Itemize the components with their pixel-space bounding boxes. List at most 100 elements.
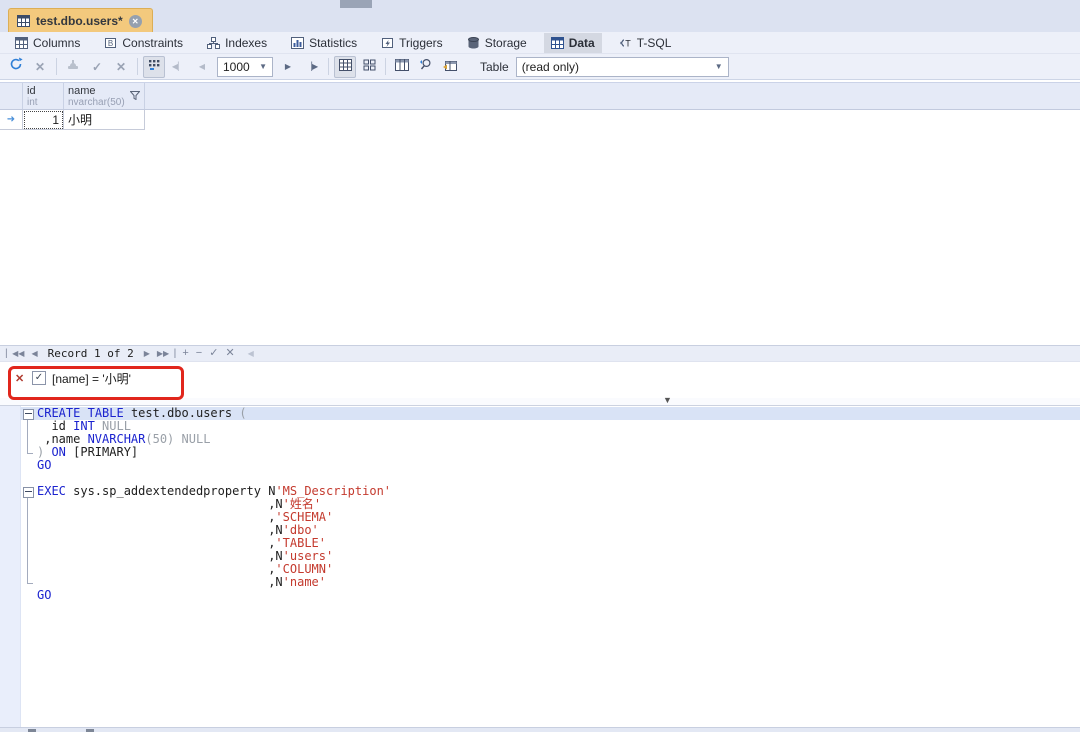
toolbar-separator <box>385 58 386 75</box>
fold-collapse-icon[interactable] <box>23 409 34 420</box>
last-record-button[interactable]: ▶▶▕ <box>157 349 175 358</box>
constraints-icon: B <box>104 37 117 49</box>
first-page-icon: ◀▏ <box>172 62 184 71</box>
close-tab-icon[interactable]: ✕ <box>129 15 142 28</box>
paging-toggle-button[interactable] <box>143 56 165 78</box>
fold-guide <box>27 563 28 576</box>
row-header-cell[interactable]: ➜ <box>0 110 23 130</box>
fold-guide <box>27 524 28 537</box>
app-window: test.dbo.users* ✕ Columns B Constraints Ind… <box>0 0 1080 732</box>
sql-script-panel[interactable]: CREATE TABLE test.dbo.users ( id INT NUL… <box>0 406 1080 727</box>
filter-enabled-checkbox[interactable]: ✓ <box>32 371 46 385</box>
tab-label: Indexes <box>225 36 267 50</box>
fold-guide <box>27 433 28 446</box>
cell-id[interactable]: 1 <box>23 110 64 130</box>
storage-icon <box>467 37 480 49</box>
svg-text:T: T <box>625 38 631 48</box>
record-navigator: ▏◀◀ ◀ Record 1 of 2 ▶ ▶▶▕ + − ✓ ✕ ◀ <box>0 345 1080 362</box>
cell-name[interactable]: 小明 <box>64 110 145 130</box>
table-mode-combo[interactable]: (read only) ▼ <box>516 57 729 77</box>
document-tab-users[interactable]: test.dbo.users* ✕ <box>8 8 153 33</box>
sql-text: ,'COLUMN' <box>37 562 333 576</box>
first-record-button[interactable]: ▏◀◀ <box>6 349 24 358</box>
hscroll-left-arrow[interactable]: ◀ <box>248 349 254 358</box>
sql-text: GO <box>37 588 51 602</box>
fold-guide <box>27 576 33 584</box>
collapse-chevron-icon[interactable]: ▼ <box>663 395 672 405</box>
filter-funnel-icon[interactable] <box>130 87 140 105</box>
commit-button[interactable]: ✓ <box>86 56 108 78</box>
apply-changes-button[interactable] <box>62 56 84 78</box>
column-header-name[interactable]: name nvarchar(50) <box>64 83 145 109</box>
column-visibility-button[interactable] <box>391 56 413 78</box>
tsql-icon: T <box>619 37 632 49</box>
fold-guide <box>27 550 28 563</box>
tab-label: Data <box>569 36 595 50</box>
tab-storage[interactable]: Storage <box>460 33 534 53</box>
previous-page-icon: ◀ <box>199 62 205 71</box>
filter-expression[interactable]: [name] = '小明' <box>52 370 131 387</box>
rollback-button[interactable]: ✕ <box>110 56 132 78</box>
fold-guide <box>27 511 28 524</box>
sql-code-line: ) ON [PRIMARY] <box>0 446 1080 459</box>
grid-corner-cell[interactable] <box>0 83 23 109</box>
data-toolbar: ✕ ✓ ✕ ◀▏ ◀ 1000 ▼ ▶ ▕▶ <box>0 54 1080 80</box>
next-page-button[interactable]: ▶ <box>277 56 299 78</box>
sql-text: ,'TABLE' <box>37 536 326 550</box>
sql-code-line: CREATE TABLE test.dbo.users ( <box>0 407 1080 420</box>
grid-view-button[interactable] <box>334 56 356 78</box>
sql-text: EXEC sys.sp_addextendedproperty N'MS_Des… <box>37 484 391 498</box>
column-header-id[interactable]: id int <box>23 83 64 109</box>
card-view-button[interactable] <box>358 56 380 78</box>
sql-text: ,name NVARCHAR(50) NULL <box>37 432 210 446</box>
goto-row-button[interactable] <box>439 56 461 78</box>
refresh-button[interactable] <box>5 56 27 78</box>
column-name: id <box>27 85 59 97</box>
delete-record-button[interactable]: − <box>196 348 202 359</box>
tab-t-sql[interactable]: T T-SQL <box>612 33 679 53</box>
toolbar-separator <box>56 58 57 75</box>
indexes-icon <box>207 37 220 49</box>
previous-page-button[interactable]: ◀ <box>191 56 213 78</box>
fold-collapse-icon[interactable] <box>23 487 34 498</box>
toolbar-separator <box>328 58 329 75</box>
next-record-button[interactable]: ▶ <box>144 349 150 358</box>
post-edit-button[interactable]: ✓ <box>209 348 218 359</box>
paging-grid-icon <box>148 58 161 76</box>
sql-text: ,N'name' <box>37 575 326 589</box>
table-row: ➜ 1 小明 <box>0 110 1080 130</box>
tab-indexes[interactable]: Indexes <box>200 33 274 53</box>
append-record-button[interactable]: + <box>182 348 188 359</box>
columns-icon <box>15 37 28 49</box>
column-table-icon <box>395 58 409 76</box>
stop-refresh-button[interactable]: ✕ <box>29 56 51 78</box>
tab-triggers[interactable]: Triggers <box>374 33 450 53</box>
bottom-strip <box>0 727 1080 732</box>
cell-value: 小明 <box>68 111 92 128</box>
page-size-combo[interactable]: 1000 ▼ <box>217 57 273 77</box>
cancel-edit-button[interactable]: ✕ <box>225 348 234 359</box>
table-combo-label: Table <box>480 60 509 74</box>
panel-splitter[interactable]: ▼ <box>0 398 1080 405</box>
tab-columns[interactable]: Columns <box>8 33 87 53</box>
sql-text: ) ON [PRIMARY] <box>37 445 138 459</box>
top-strip-fragment <box>340 0 372 8</box>
goto-table-icon <box>443 58 457 76</box>
tab-data[interactable]: Data <box>544 33 602 53</box>
check-icon: ✓ <box>92 60 102 74</box>
card-view-icon <box>363 58 376 76</box>
first-page-button[interactable]: ◀▏ <box>167 56 189 78</box>
tab-statistics[interactable]: Statistics <box>284 33 364 53</box>
tab-label: Constraints <box>122 36 183 50</box>
tab-label: T-SQL <box>637 36 672 50</box>
column-type: int <box>27 97 59 108</box>
search-button[interactable] <box>415 56 437 78</box>
previous-record-button[interactable]: ◀ <box>31 349 37 358</box>
page-size-value: 1000 <box>223 60 250 74</box>
table-icon <box>17 15 30 27</box>
last-page-button[interactable]: ▕▶ <box>301 56 323 78</box>
sql-text: GO <box>37 458 51 472</box>
remove-filter-icon[interactable]: ✕ <box>15 372 24 385</box>
cancel-icon: ✕ <box>35 60 45 74</box>
tab-constraints[interactable]: B Constraints <box>97 33 190 53</box>
